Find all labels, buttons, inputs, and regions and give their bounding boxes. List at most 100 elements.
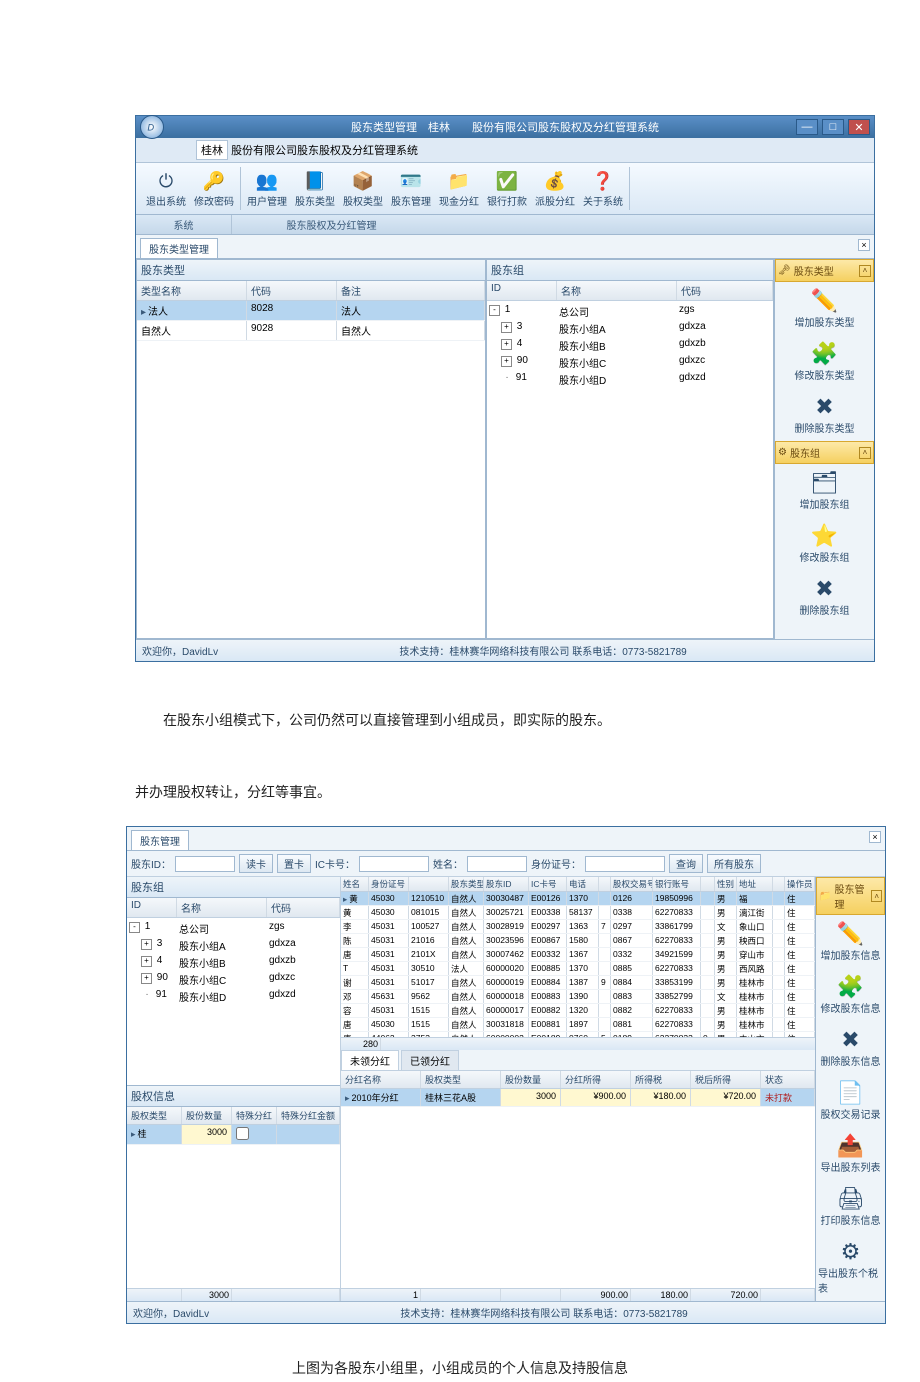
collapse-icon[interactable]: ˄	[871, 890, 882, 902]
table-row[interactable]: 黄45030081015自然人30025721E0033858137033862…	[341, 906, 815, 920]
exit-system-button[interactable]: ⏻退出系统	[142, 167, 190, 210]
grid-body[interactable]: 黄450301210510自然人30030487E001261370012619…	[341, 892, 815, 1037]
iccard-input[interactable]	[359, 856, 429, 872]
grid-header: 姓名身份证号股东类型股东IDIC卡号电话股权交易号银行账号性别地址操作员操作时间	[341, 877, 815, 892]
equity-type-button[interactable]: 📦股权类型	[339, 167, 387, 210]
equity-type-icon: 📦	[351, 169, 375, 193]
name-input[interactable]	[467, 856, 527, 872]
tree-expander[interactable]: +	[141, 956, 152, 967]
table-row[interactable]: 法人8028法人	[137, 301, 485, 321]
tree-expander[interactable]: +	[501, 339, 512, 350]
bank-payment-button[interactable]: ✅银行打款	[483, 167, 531, 210]
grid-body[interactable]: 法人8028法人自然人9028自然人	[137, 301, 485, 638]
tree-node[interactable]: · 91股东小组Dgdxzd	[489, 371, 771, 388]
titlebar[interactable]: D 股东类型管理 桂林 股份有限公司股东股权及分红管理系统 — □ ✕	[136, 116, 874, 138]
shareholder-type-icon: 📘	[303, 169, 327, 193]
collapse-icon[interactable]: ˄	[859, 447, 871, 459]
export-tax-action[interactable]: ⚙导出股东个税表	[816, 1233, 885, 1301]
tree-node[interactable]: + 4股东小组Bgdxzb	[489, 337, 771, 354]
tab-shareholder-manage[interactable]: 股东管理	[131, 830, 189, 850]
delete-type-action[interactable]: ✖删除股东类型	[775, 388, 874, 441]
shareholder-manage-button[interactable]: 🪪股东管理	[387, 167, 435, 210]
sidebar-group-manage[interactable]: 📁 股东管理 ˄	[816, 877, 885, 915]
collapse-icon[interactable]: ˄	[859, 265, 871, 277]
trade-log-action[interactable]: 📄股权交易记录	[816, 1074, 885, 1127]
dividend-row[interactable]: 2010年分红 桂林三花A股 3000 ¥900.00 ¥180.00 ¥720…	[341, 1089, 815, 1107]
cash-dividend-icon: 📁	[447, 169, 471, 193]
equity-row[interactable]: 桂 3000	[127, 1125, 340, 1145]
tree-node[interactable]: - 1总公司zgs	[489, 303, 771, 320]
print-info-action[interactable]: 🖨打印股东信息	[816, 1180, 885, 1233]
tree-node[interactable]: + 3股东小组Agdxza	[129, 937, 338, 954]
special-dividend-checkbox[interactable]	[236, 1127, 249, 1140]
sidebar-group-group[interactable]: ⚙ 股东组 ˄	[775, 441, 874, 464]
tree-expander[interactable]: -	[129, 922, 140, 933]
tree-body[interactable]: - 1总公司zgs+ 3股东小组Agdxza+ 4股东小组Bgdxzb+ 90股…	[127, 918, 340, 1085]
user-management-button[interactable]: 👥用户管理	[243, 167, 291, 210]
edit-group-action[interactable]: ⭐修改股东组	[775, 517, 874, 570]
table-row[interactable]: 陈4503121016自然人30023596E00867158008676227…	[341, 934, 815, 948]
cash-dividend-button[interactable]: 📁现金分红	[435, 167, 483, 210]
table-row[interactable]: 唐450312101X自然人30007462E00332136703323492…	[341, 948, 815, 962]
delete-group-action[interactable]: ✖删除股东组	[775, 570, 874, 623]
stock-dividend-button[interactable]: 💰派股分红	[531, 167, 579, 210]
app-icon: D	[140, 115, 164, 139]
subtitle-prefix: 桂林	[196, 140, 228, 160]
tree-expander[interactable]: +	[141, 939, 152, 950]
tab-shareholder-type[interactable]: 股东类型管理	[140, 238, 218, 258]
recard-button[interactable]: 置卡	[277, 854, 311, 873]
close-button[interactable]: ✕	[848, 119, 870, 135]
tree-body[interactable]: - 1总公司zgs+ 3股东小组Agdxza+ 4股东小组Bgdxzb+ 90股…	[487, 301, 773, 638]
table-row[interactable]: 李45031100527自然人30028919E0029713637029733…	[341, 920, 815, 934]
shareholder-type-button[interactable]: 📘股东类型	[291, 167, 339, 210]
tree-node[interactable]: + 90股东小组Cgdxzc	[489, 354, 771, 371]
table-row[interactable]: 谢4503151017自然人60000019E00884138790884338…	[341, 976, 815, 990]
tree-node[interactable]: · 91股东小组Dgdxzd	[129, 988, 338, 1005]
tab-unpaid[interactable]: 未领分红	[341, 1050, 399, 1070]
table-row[interactable]: 邓456319562自然人60000018E008831390088333852…	[341, 990, 815, 1004]
table-row[interactable]: 黄450301210510自然人30030487E001261370012619…	[341, 892, 815, 906]
maximize-button[interactable]: □	[822, 119, 844, 135]
table-row[interactable]: T4503130510法人60000020E008851370088562270…	[341, 962, 815, 976]
query-button[interactable]: 查询	[669, 854, 703, 873]
tree-node[interactable]: + 3股东小组Agdxza	[489, 320, 771, 337]
tree-expander[interactable]: +	[501, 322, 512, 333]
change-password-icon: 🔑	[202, 169, 226, 193]
tab-bar: 股东管理 ×	[127, 827, 885, 851]
tree-node[interactable]: + 4股东小组Bgdxzb	[129, 954, 338, 971]
sidebar-group-type[interactable]: 🗝 股东类型 ˄	[775, 259, 874, 282]
all-shareholders-button[interactable]: 所有股东	[707, 854, 761, 873]
table-row[interactable]: 唐440623753自然人60000002E001890760501896227…	[341, 1032, 815, 1037]
close-tab-button[interactable]: ×	[858, 239, 870, 251]
about-system-button[interactable]: ❓关于系统	[579, 167, 627, 210]
change-password-button[interactable]: 🔑修改密码	[190, 167, 238, 210]
export-list-action[interactable]: 📤导出股东列表	[816, 1127, 885, 1180]
subtitle-bar: 桂林 股份有限公司股东股权及分红管理系统	[136, 138, 874, 163]
equity-panel-title: 股权信息	[127, 1085, 340, 1107]
table-row[interactable]: 唐450301515自然人30031818E008811897088162270…	[341, 1018, 815, 1032]
idcard-input[interactable]	[585, 856, 665, 872]
add-group-icon: 🗂	[811, 470, 839, 496]
tree-expander[interactable]: +	[501, 356, 512, 367]
table-row[interactable]: 自然人9028自然人	[137, 321, 485, 341]
table-row[interactable]: 容450311515自然人60000017E008821320088262270…	[341, 1004, 815, 1018]
doc-paragraph-1: 在股东小组模式下，公司仍然可以直接管理到小组成员，即实际的股东。	[135, 706, 785, 734]
minimize-button[interactable]: —	[796, 119, 818, 135]
add-group-action[interactable]: 🗂增加股东组	[775, 464, 874, 517]
delete-shareholder-action[interactable]: ✖删除股东信息	[816, 1021, 885, 1074]
add-shareholder-action[interactable]: ✏️增加股东信息	[816, 915, 885, 968]
tree-expander[interactable]: -	[489, 305, 500, 316]
action-sidebar: 🗝 股东类型 ˄ ✏️增加股东类型🧩修改股东类型✖删除股东类型 ⚙ 股东组 ˄ …	[774, 259, 874, 639]
add-type-action[interactable]: ✏️增加股东类型	[775, 282, 874, 335]
shareholder-id-input[interactable]	[175, 856, 235, 872]
tree-node[interactable]: + 90股东小组Cgdxzc	[129, 971, 338, 988]
close-tab-button[interactable]: ×	[869, 831, 881, 843]
tab-paid[interactable]: 已领分红	[401, 1050, 459, 1070]
ribbon-group-equity: 股东股权及分红管理	[231, 215, 431, 234]
edit-type-action[interactable]: 🧩修改股东类型	[775, 335, 874, 388]
tree-node[interactable]: - 1总公司zgs	[129, 920, 338, 937]
edit-shareholder-action[interactable]: 🧩修改股东信息	[816, 968, 885, 1021]
window-title: 股东类型管理 桂林 股份有限公司股东股权及分红管理系统	[351, 119, 659, 135]
tree-expander[interactable]: +	[141, 973, 152, 984]
read-card-button[interactable]: 读卡	[239, 854, 273, 873]
